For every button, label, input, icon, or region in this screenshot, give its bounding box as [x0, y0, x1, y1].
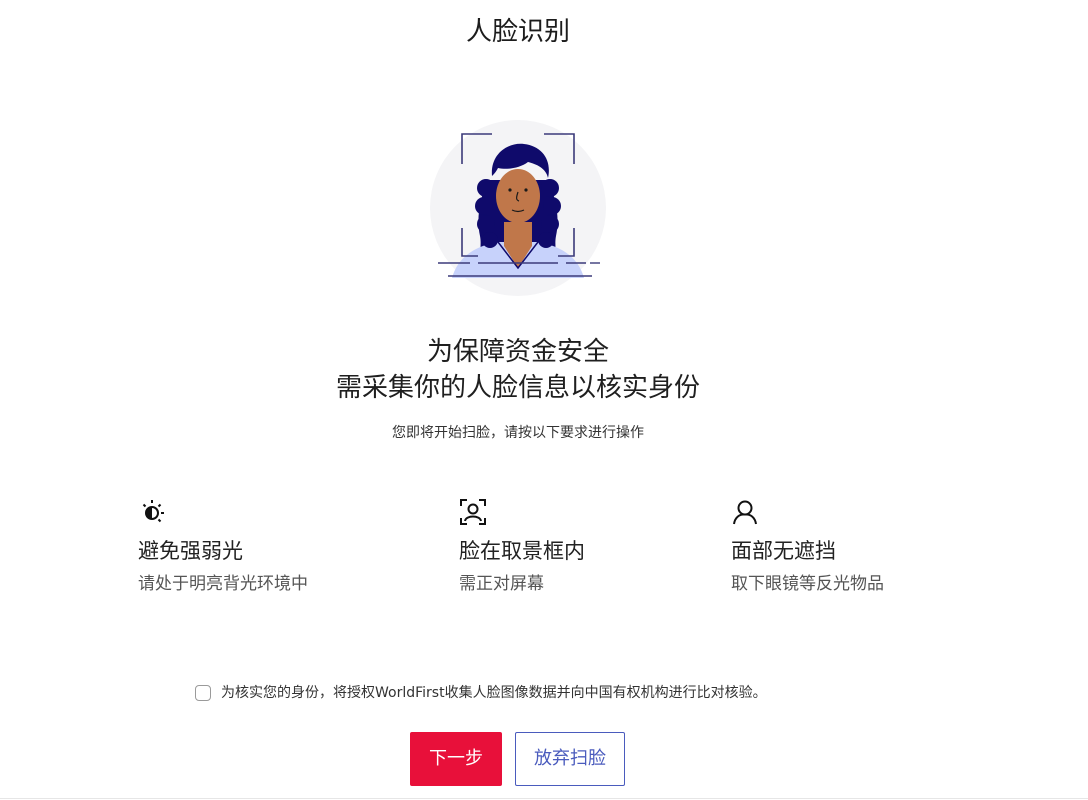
consent-row: 为核实您的身份，将授权WorldFirst收集人脸图像数据并向中国有权机构进行比…	[195, 682, 767, 704]
tip-face-frame: 脸在取景框内 需正对屏幕	[459, 498, 719, 596]
person-icon	[733, 500, 757, 525]
instruction-text: 您即将开始扫脸，请按以下要求进行操作	[392, 425, 644, 441]
face-recognition-page: 人脸识别 为保障资金安全 需采集你的人脸信息以核实身份 您即将开始扫脸，请按以下…	[0, 0, 1088, 800]
abandon-scan-button[interactable]: 放弃扫脸	[515, 732, 625, 786]
page-title: 人脸识别	[465, 17, 570, 47]
tip-title: 面部无遮挡	[731, 539, 836, 563]
tip-description: 请处于明亮背光环境中	[138, 574, 308, 594]
tip-no-obstruction: 面部无遮挡 取下眼镜等反光物品	[731, 498, 991, 596]
face-scan-illustration	[430, 120, 606, 296]
tip-title: 避免强弱光	[138, 539, 243, 563]
headline-line-1: 为保障资金安全	[426, 337, 609, 367]
tip-title: 脸在取景框内	[459, 539, 585, 563]
face-frame-icon	[460, 499, 486, 525]
consent-checkbox[interactable]	[195, 685, 211, 701]
consent-text: 为核实您的身份，将授权WorldFirst收集人脸图像数据并向中国有权机构进行比…	[221, 685, 767, 701]
tip-lighting: 避免强弱光 请处于明亮背光环境中	[138, 498, 398, 596]
tip-description: 需正对屏幕	[459, 574, 544, 594]
next-button[interactable]: 下一步	[410, 732, 502, 786]
headline-line-2: 需采集你的人脸信息以核实身份	[335, 373, 700, 403]
light-icon	[142, 500, 164, 523]
tip-description: 取下眼镜等反光物品	[731, 574, 884, 594]
bottom-divider	[0, 798, 1088, 799]
